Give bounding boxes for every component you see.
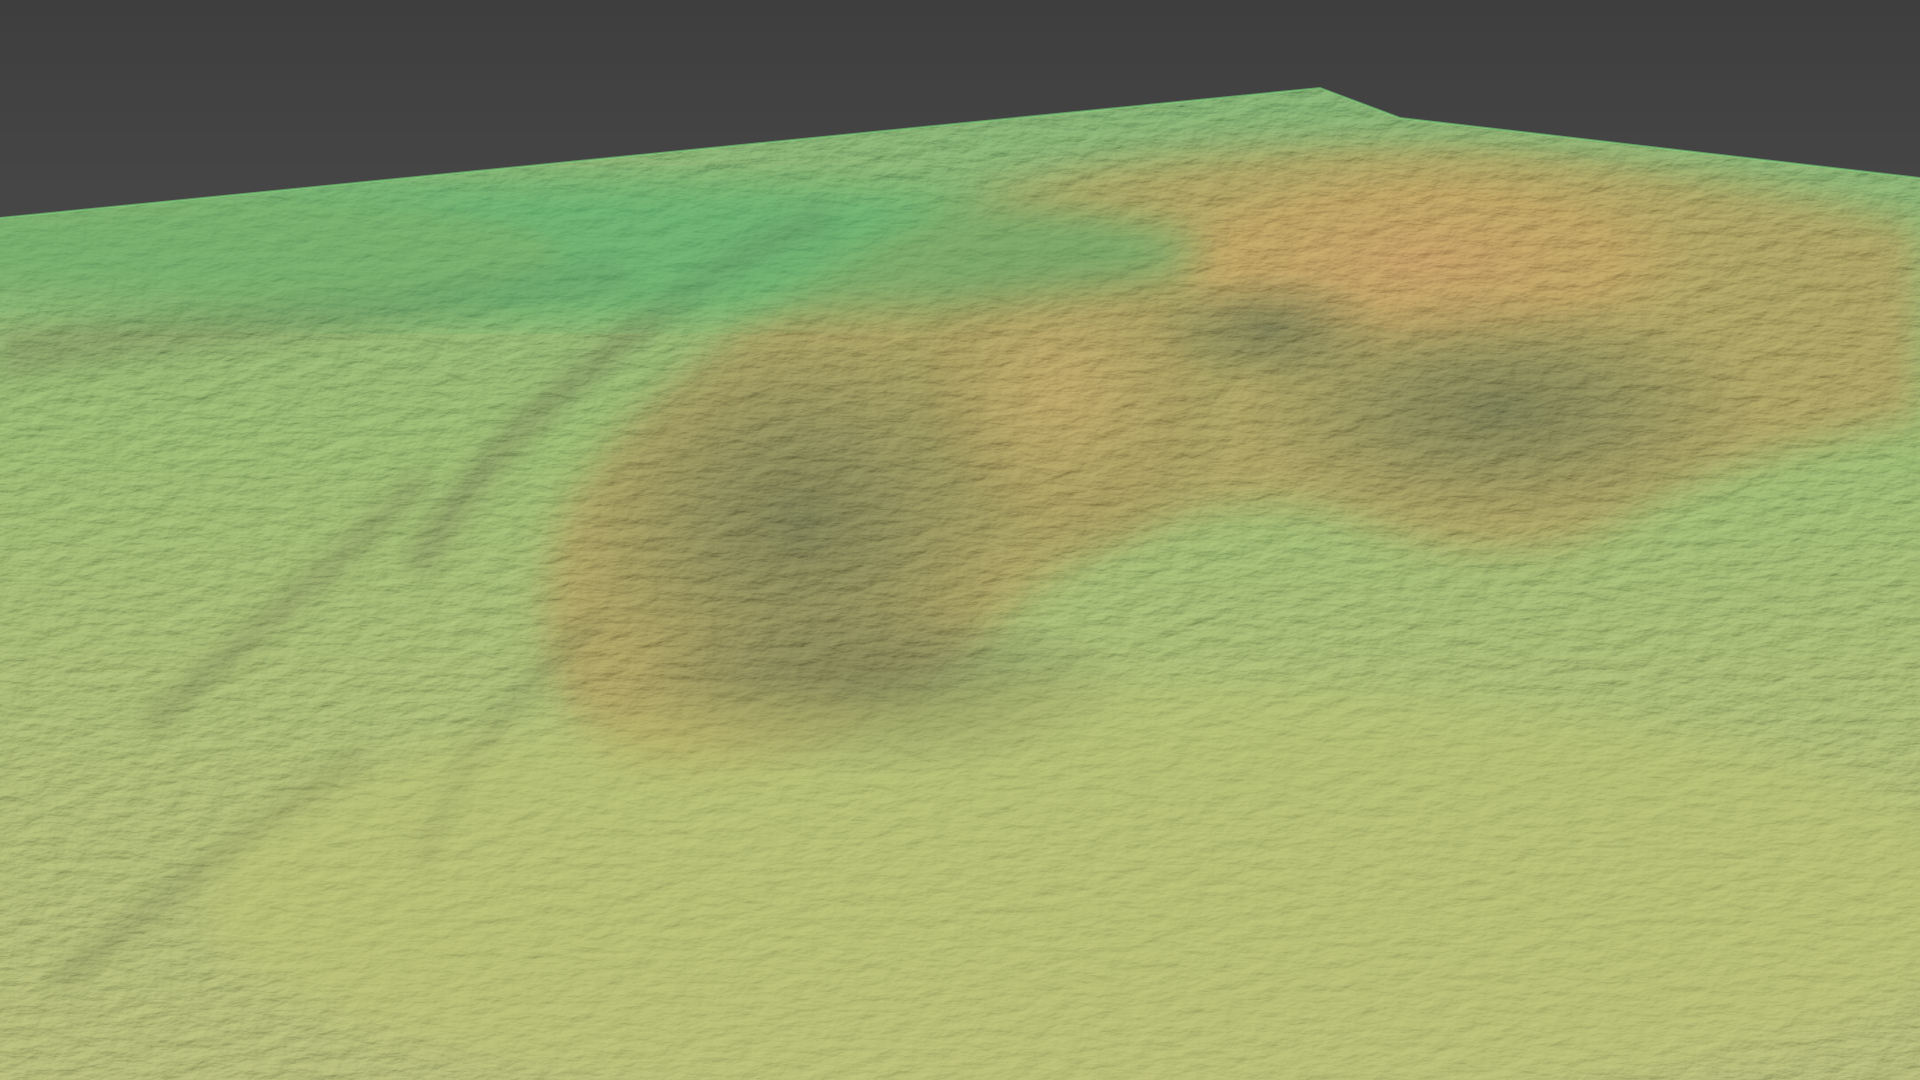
terrain-viewport[interactable]: [0, 0, 1920, 1080]
terrain-surface: [0, 86, 1920, 1080]
